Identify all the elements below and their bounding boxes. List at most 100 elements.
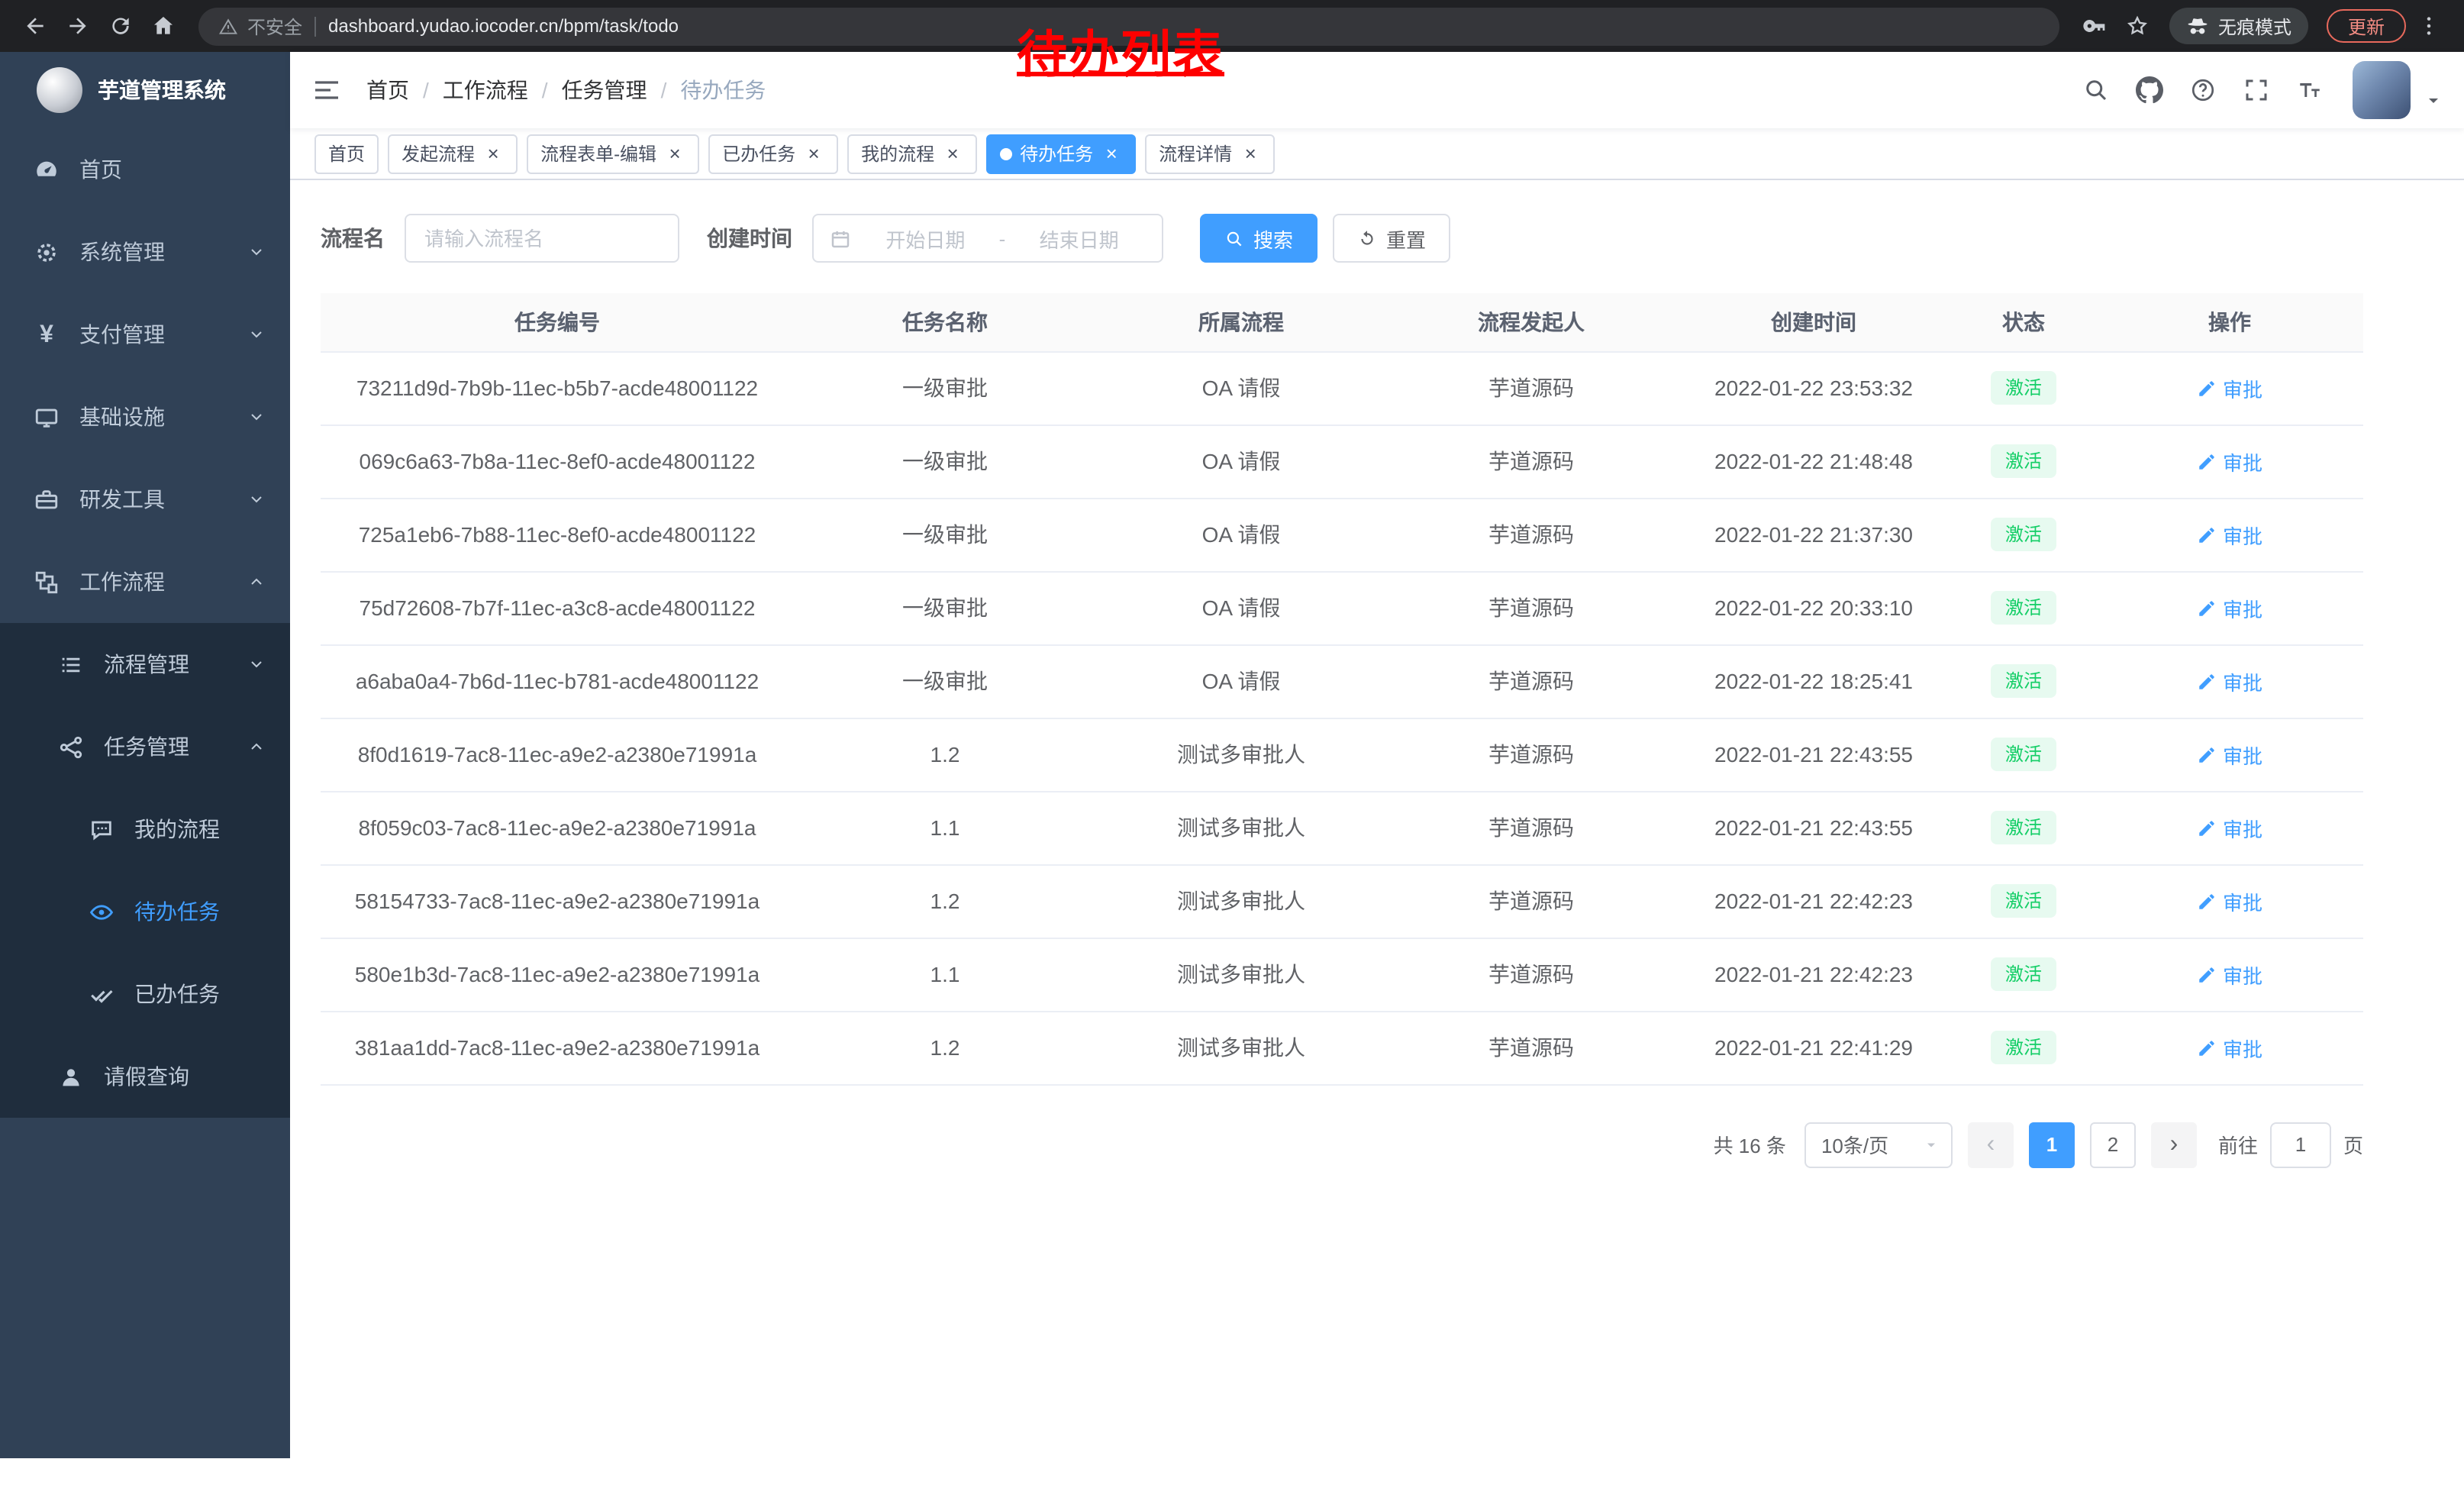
- table-row: 725a1eb6-7b88-11ec-8ef0-acde48001122一级审批…: [321, 498, 2363, 571]
- chevron-down-icon: [247, 490, 266, 508]
- tab-close-icon[interactable]: ×: [803, 143, 824, 164]
- sidebar-item-done-task[interactable]: 已办任务: [0, 953, 290, 1035]
- back-icon[interactable]: [15, 6, 55, 46]
- task-id: 75d72608-7b7f-11ec-a3c8-acde48001122: [321, 571, 794, 644]
- sidebar-item-home[interactable]: 首页: [0, 128, 290, 211]
- approve-link[interactable]: 审批: [2197, 960, 2262, 989]
- approve-link[interactable]: 审批: [2197, 667, 2262, 696]
- bookmark-star-icon[interactable]: [2117, 6, 2157, 46]
- page-size-select[interactable]: 10条/页: [1804, 1122, 1953, 1167]
- sidebar-item-dev-tools[interactable]: 研发工具: [0, 458, 290, 541]
- github-icon[interactable]: [2136, 76, 2163, 104]
- avatar[interactable]: [2353, 61, 2411, 119]
- approve-link[interactable]: 审批: [2197, 520, 2262, 549]
- caret-down-icon[interactable]: [2424, 92, 2443, 110]
- page-button-1[interactable]: 1: [2029, 1122, 2075, 1167]
- refresh-icon[interactable]: [101, 6, 140, 46]
- sidebar-item-task-management[interactable]: 任务管理: [0, 705, 290, 788]
- menu-dots-icon[interactable]: [2409, 6, 2449, 46]
- tab-close-icon[interactable]: ×: [942, 143, 963, 164]
- process-name-input[interactable]: [405, 214, 679, 263]
- tab-label: 发起流程: [402, 140, 475, 166]
- home-icon[interactable]: [144, 6, 183, 46]
- column-header: 创建时间: [1676, 293, 1951, 351]
- goto-label: 前往: [2218, 1130, 2258, 1159]
- prev-page-button[interactable]: ‹: [1968, 1122, 2014, 1167]
- sidebar-item-label: 系统管理: [79, 237, 165, 267]
- chat-icon: [89, 816, 114, 842]
- edit-icon: [2197, 671, 2217, 691]
- approve-link[interactable]: 审批: [2197, 373, 2262, 402]
- sidebar-item-payment-management[interactable]: ¥支付管理: [0, 293, 290, 376]
- sidebar-item-workflow[interactable]: 工作流程: [0, 541, 290, 623]
- forward-icon[interactable]: [58, 6, 98, 46]
- tab-my-process[interactable]: 我的流程×: [847, 134, 977, 173]
- sidebar-item-todo-task[interactable]: 待办任务: [0, 870, 290, 953]
- tab-done-task[interactable]: 已办任务 ×: [708, 134, 838, 173]
- create-time: 2022-01-22 21:37:30: [1676, 498, 1951, 571]
- initiator: 芋道源码: [1386, 351, 1676, 424]
- search-icon[interactable]: [2082, 76, 2110, 104]
- table-row: 580e1b3d-7ac8-11ec-a9e2-a2380e71991a1.1测…: [321, 938, 2363, 1011]
- tab-close-icon[interactable]: ×: [482, 143, 504, 164]
- sidebar-toggle-icon[interactable]: [311, 75, 342, 105]
- tab-process-detail[interactable]: 流程详情 ×: [1145, 134, 1275, 173]
- column-header: 所属流程: [1096, 293, 1386, 351]
- tab-start-process[interactable]: 发起流程 ×: [388, 134, 518, 173]
- search-button[interactable]: 搜索: [1200, 214, 1317, 263]
- next-page-button[interactable]: ›: [2151, 1122, 2197, 1167]
- fullscreen-icon[interactable]: [2243, 76, 2270, 104]
- password-key-icon[interactable]: [2075, 6, 2114, 46]
- tab-label: 首页: [328, 140, 365, 166]
- font-size-icon[interactable]: [2296, 76, 2324, 104]
- sidebar-item-system-management[interactable]: 系统管理: [0, 211, 290, 293]
- tab-label: 流程详情: [1159, 140, 1232, 166]
- table-row: 8f059c03-7ac8-11ec-a9e2-a2380e71991a1.1测…: [321, 791, 2363, 864]
- edit-icon: [2197, 744, 2217, 764]
- refresh-icon: [1357, 228, 1377, 248]
- tab-close-icon[interactable]: ×: [1240, 143, 1261, 164]
- sidebar-item-leave-query[interactable]: 请假查询: [0, 1035, 290, 1118]
- tab-todo-task[interactable]: 待办任务×: [986, 134, 1136, 173]
- date-range-picker[interactable]: 开始日期 - 结束日期: [812, 214, 1163, 263]
- user-icon: [58, 1064, 84, 1089]
- help-icon[interactable]: [2189, 76, 2217, 104]
- goto-page: 前往 页: [2218, 1122, 2363, 1167]
- approve-link[interactable]: 审批: [2197, 1033, 2262, 1062]
- security-chip[interactable]: 不安全: [218, 13, 302, 39]
- column-header: 流程发起人: [1386, 293, 1676, 351]
- approve-link[interactable]: 审批: [2197, 886, 2262, 915]
- task-name: 1.2: [794, 864, 1096, 938]
- edit-icon: [2197, 378, 2217, 398]
- breadcrumb-item[interactable]: 工作流程: [443, 75, 528, 105]
- process-name: 测试多审批人: [1096, 791, 1386, 864]
- sidebar-item-process-management[interactable]: 流程管理: [0, 623, 290, 705]
- tab-label: 已办任务: [722, 140, 795, 166]
- table-header-row: 任务编号任务名称所属流程流程发起人创建时间状态操作: [321, 293, 2363, 351]
- reset-button[interactable]: 重置: [1333, 214, 1450, 263]
- process-name: 测试多审批人: [1096, 864, 1386, 938]
- tab-home[interactable]: 首页: [314, 134, 379, 173]
- app-logo[interactable]: 芋道管理系统: [0, 52, 290, 128]
- approve-link[interactable]: 审批: [2197, 447, 2262, 476]
- breadcrumb-item[interactable]: 任务管理: [562, 75, 647, 105]
- approve-link[interactable]: 审批: [2197, 593, 2262, 622]
- tab-process-form-edit[interactable]: 流程表单-编辑×: [527, 134, 699, 173]
- goto-page-input[interactable]: [2270, 1122, 2331, 1167]
- tabs-bar: 首页发起流程×流程表单-编辑×已办任务×我的流程×待办任务×流程详情×: [290, 128, 2464, 180]
- tab-close-icon[interactable]: ×: [664, 143, 685, 164]
- sidebar-item-label: 工作流程: [79, 567, 165, 597]
- update-button[interactable]: 更新: [2327, 9, 2406, 43]
- tab-close-icon[interactable]: ×: [1101, 143, 1122, 164]
- page-button-2[interactable]: 2: [2090, 1122, 2136, 1167]
- sidebar-item-my-process[interactable]: 我的流程: [0, 788, 290, 870]
- breadcrumb: 首页/工作流程/任务管理/待办任务: [366, 75, 766, 105]
- task-name: 一级审批: [794, 498, 1096, 571]
- double-check-icon: [89, 981, 114, 1007]
- approve-link[interactable]: 审批: [2197, 740, 2262, 769]
- approve-link[interactable]: 审批: [2197, 813, 2262, 842]
- sidebar-item-infrastructure[interactable]: 基础设施: [0, 376, 290, 458]
- browser-chrome: 不安全 dashboard.yudao.iocoder.cn/bpm/task/…: [0, 0, 2464, 52]
- breadcrumb-item[interactable]: 首页: [366, 75, 409, 105]
- tasks-icon: [58, 734, 84, 760]
